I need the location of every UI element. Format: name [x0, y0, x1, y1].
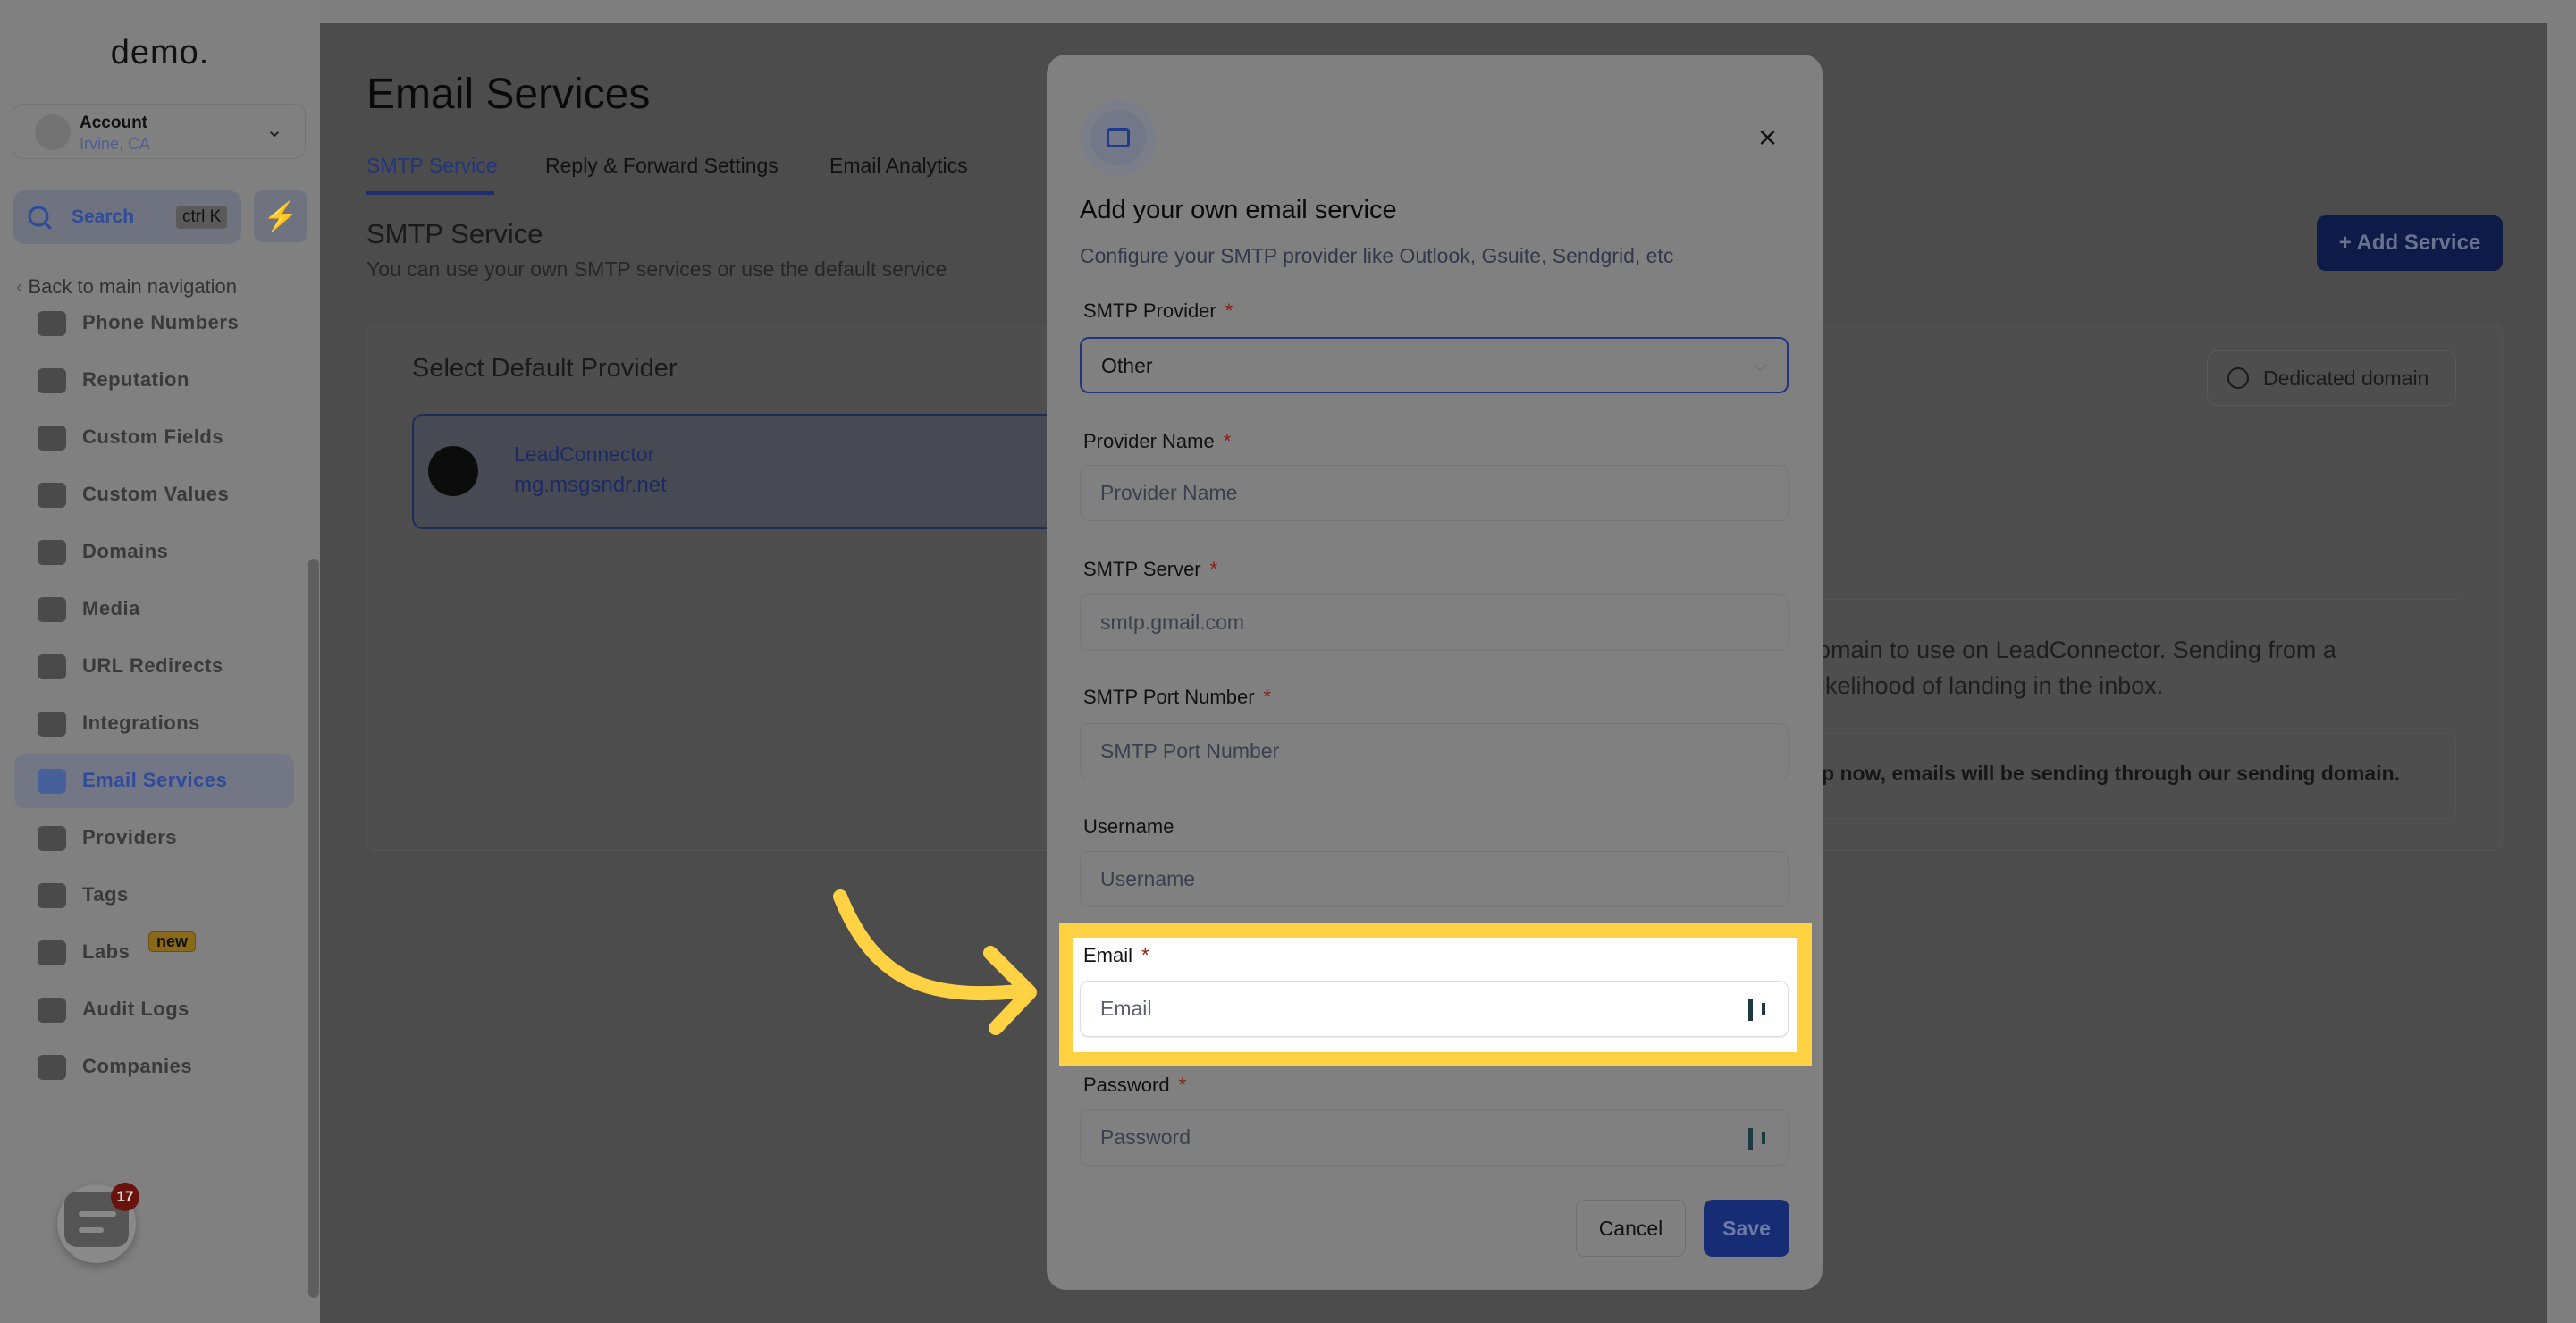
pointer-arrow-icon	[833, 889, 1037, 1035]
